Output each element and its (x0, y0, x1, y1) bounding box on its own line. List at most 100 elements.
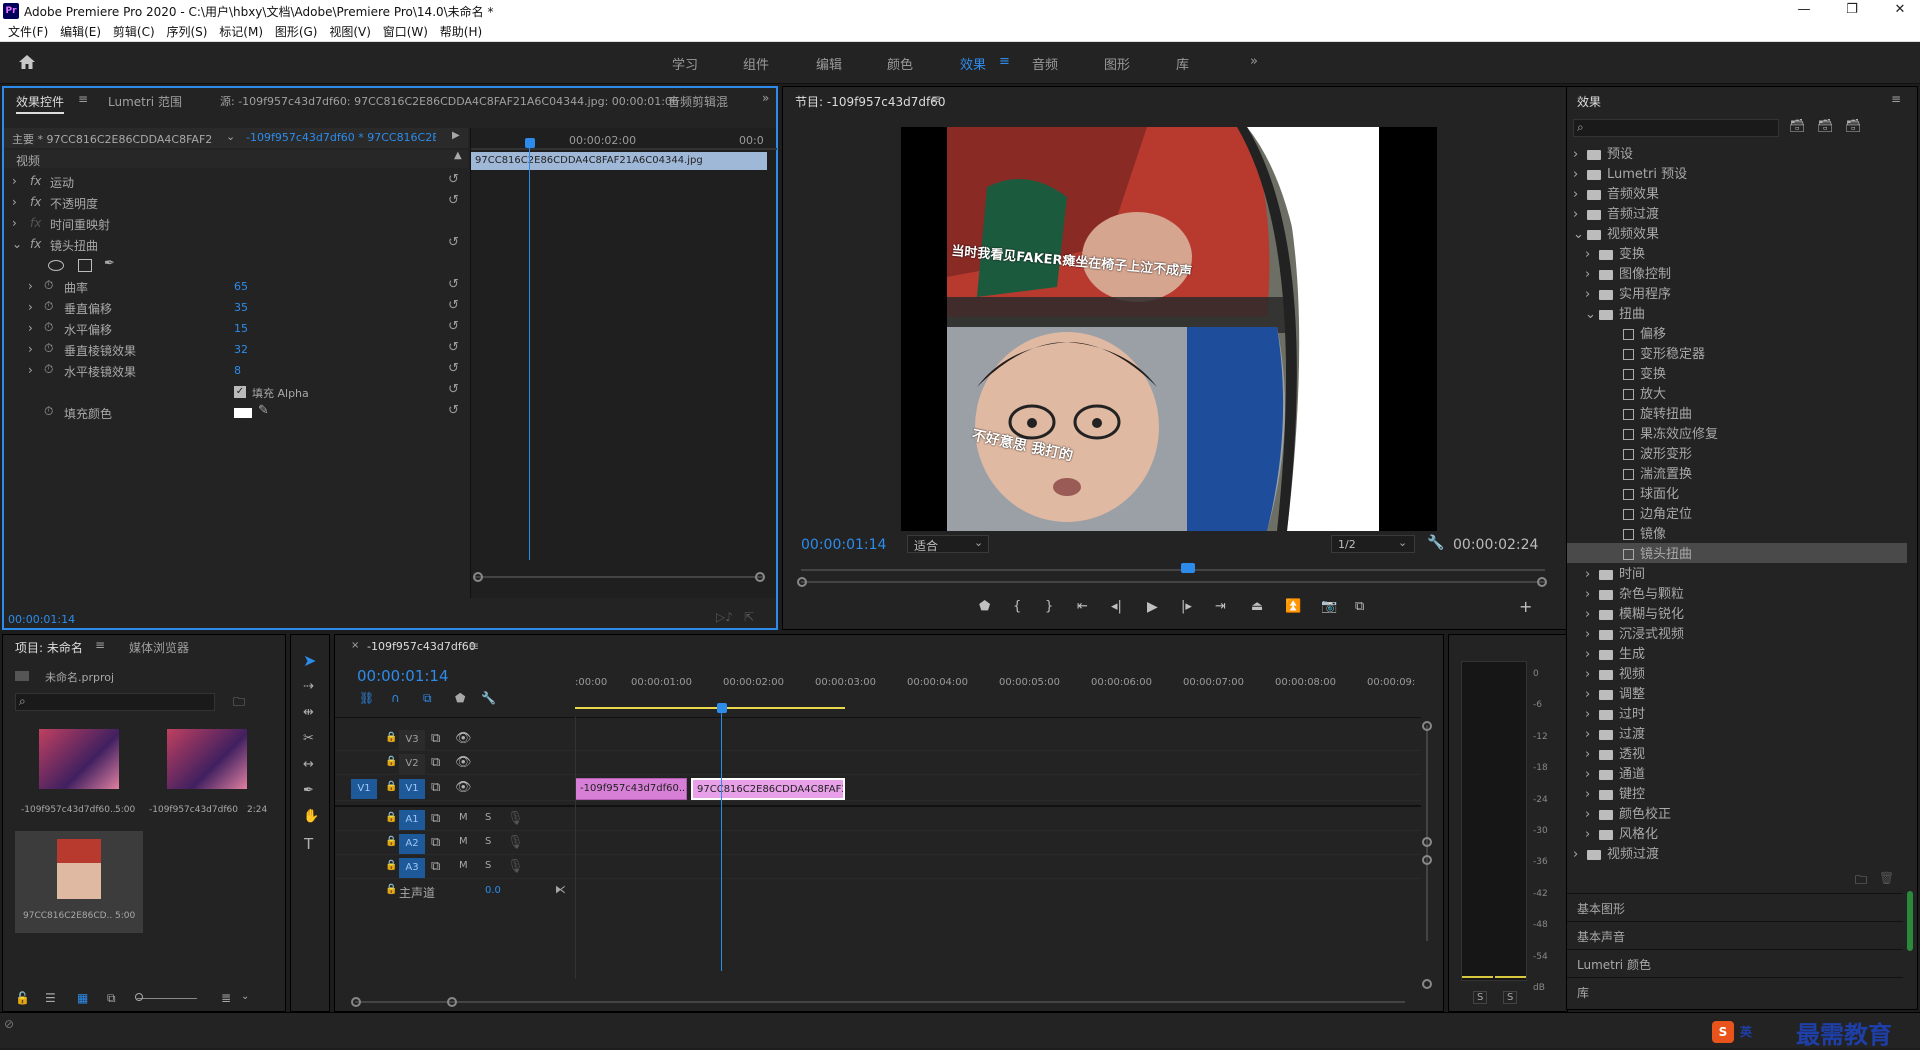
project-item[interactable]: -109f957c43d7df60... 5:00 (15, 725, 139, 825)
microphone-icon[interactable]: 🎙 (507, 811, 524, 826)
program-timecode[interactable]: 00:00:01:14 (801, 537, 886, 553)
chevron-right-icon[interactable]: › (1573, 167, 1587, 182)
button-editor-plus-icon[interactable]: + (1519, 597, 1532, 616)
effects-folder-row[interactable]: › 通道 (1567, 763, 1907, 783)
track-label[interactable]: V3 (399, 730, 425, 750)
param-value[interactable]: 65 (234, 280, 248, 293)
step-forward-icon[interactable]: |▸ (1181, 599, 1192, 614)
tab-media-browser[interactable]: 媒体浏览器 (129, 639, 189, 656)
track-lock-icon[interactable]: 🔒 (385, 756, 397, 767)
scroll-handle[interactable] (1422, 837, 1432, 847)
workspace-tab-audio[interactable]: 音频 (1032, 54, 1058, 73)
work-area-bar[interactable] (575, 707, 845, 709)
project-item[interactable]: -109f957c43d7df60 2:24 (143, 725, 267, 825)
chevron-right-icon[interactable]: › (1585, 647, 1599, 662)
solo-button[interactable]: S (485, 812, 491, 823)
effect-item-row[interactable]: 镜头扭曲 (1567, 543, 1907, 563)
icon-view-icon[interactable]: ▦ (77, 991, 88, 1005)
workspace-overflow-icon[interactable]: » (1250, 54, 1258, 69)
color-swatch[interactable] (234, 408, 252, 418)
program-zoom-bar[interactable] (801, 581, 1545, 583)
resolution-dropdown[interactable]: 1/2 ⌄ (1331, 535, 1415, 553)
solo-left-button[interactable]: S (1473, 991, 1488, 1004)
mark-out-icon[interactable]: } (1045, 599, 1053, 614)
go-to-out-icon[interactable]: ⇥ (1215, 599, 1226, 614)
effect-item-row[interactable]: 波形变形 (1567, 443, 1907, 463)
reset-icon[interactable]: ↺ (448, 382, 459, 397)
wrench-settings-icon[interactable]: 🔧 (1427, 535, 1444, 551)
menu-graphics[interactable]: 图形(G) (275, 22, 318, 42)
chevron-down-icon[interactable]: ⌄ (241, 991, 249, 1002)
new-bin-icon[interactable]: 🗀 (233, 693, 245, 714)
workspace-tab-editing[interactable]: 编辑 (816, 54, 842, 73)
effect-item-row[interactable]: 湍流置换 (1567, 463, 1907, 483)
expand-arrow-icon[interactable]: › (12, 216, 17, 230)
fx-icon[interactable]: fx (30, 174, 41, 188)
pen-tool-icon[interactable]: ✒ (303, 783, 314, 798)
effects-folder-row[interactable]: › Lumetri 预设 (1567, 163, 1907, 183)
close-tab-icon[interactable]: × (351, 640, 359, 651)
menu-help[interactable]: 帮助(H) (440, 22, 482, 42)
timeline-clip-selected[interactable]: 97CC816C2E86CDDA4C8FAF2 (691, 778, 845, 800)
effects-folder-row[interactable]: › 沉浸式视频 (1567, 623, 1907, 643)
rectangle-mask-icon[interactable] (78, 259, 92, 272)
go-to-end-icon[interactable]: ⧔ (555, 883, 566, 896)
microphone-icon[interactable]: 🎙 (507, 859, 524, 874)
chevron-down-icon[interactable]: ⌄ (1573, 227, 1587, 242)
chevron-right-icon[interactable]: › (1585, 807, 1599, 822)
ec-zoom-handle-right[interactable] (755, 572, 765, 582)
track-lock-icon[interactable]: 🔒 (385, 860, 397, 871)
project-item-selected[interactable]: 97CC816C2E86CD... 5:00 (15, 831, 143, 933)
effects-folder-row[interactable]: › 过渡 (1567, 723, 1907, 743)
chevron-right-icon[interactable]: › (1585, 267, 1599, 282)
microphone-icon[interactable]: 🎙 (507, 835, 524, 850)
lock-icon[interactable]: 🔓 (15, 991, 30, 1005)
effects-folder-row[interactable]: › 透视 (1567, 743, 1907, 763)
reset-icon[interactable]: ↺ (448, 277, 459, 292)
menu-view[interactable]: 视图(V) (329, 22, 371, 42)
track-label[interactable]: A2 (399, 834, 425, 854)
play-icon[interactable]: ▶ (1147, 599, 1158, 615)
menu-window[interactable]: 窗口(W) (383, 22, 428, 42)
effects-folder-row[interactable]: › 风格化 (1567, 823, 1907, 843)
reset-icon[interactable]: ↺ (448, 298, 459, 313)
timeline-ruler[interactable]: :00:00 00:00:01:00 00:00:02:00 00:00:03:… (575, 677, 1421, 713)
reset-icon[interactable]: ↺ (448, 340, 459, 355)
timeline-playhead-handle[interactable] (717, 703, 727, 713)
chevron-down-icon[interactable]: ⌄ (226, 130, 235, 143)
add-marker-icon[interactable]: ⬟ (455, 691, 465, 705)
chevron-right-icon[interactable]: › (1585, 587, 1599, 602)
chevron-right-icon[interactable]: › (1585, 667, 1599, 682)
track-label[interactable]: A1 (399, 810, 425, 830)
comparison-view-icon[interactable]: ⧉ (1355, 599, 1364, 614)
eye-icon[interactable]: 👁 (455, 780, 472, 795)
sort-icon[interactable]: ≣ (221, 991, 231, 1005)
chevron-down-icon[interactable]: ⌄ (1585, 307, 1599, 322)
workspace-tab-color[interactable]: 颜色 (887, 54, 913, 73)
track-lock-icon[interactable]: 🔒 (385, 884, 397, 895)
chevron-right-icon[interactable]: › (1585, 247, 1599, 262)
expand-arrow-icon[interactable]: › (28, 300, 33, 314)
add-marker-icon[interactable]: ⬟ (979, 599, 990, 614)
track-label[interactable]: A3 (399, 858, 425, 878)
chevron-right-icon[interactable]: › (1585, 707, 1599, 722)
solo-button[interactable]: S (485, 836, 491, 847)
track-output-icon[interactable]: ⧉ (431, 780, 440, 795)
mark-in-icon[interactable]: { (1013, 599, 1021, 614)
program-zoom-handle-left[interactable] (797, 577, 807, 587)
mute-button[interactable]: M (459, 836, 468, 847)
maximize-icon[interactable]: ❐ (1838, 2, 1866, 17)
pen-mask-icon[interactable]: ✒ (104, 256, 115, 271)
panel-overflow-icon[interactable]: » (762, 91, 769, 105)
chevron-right-icon[interactable]: › (1585, 827, 1599, 842)
chevron-right-icon[interactable]: › (1585, 287, 1599, 302)
new-bin-icon[interactable]: 🗀 (1855, 871, 1867, 892)
track-v1[interactable]: V1 🔒 V1 ⧉ 👁 -109f957c43d7df60... 97CC816… (335, 777, 1421, 801)
freeform-view-icon[interactable]: ⧉ (107, 991, 116, 1006)
tab-audio-clip-mixer[interactable]: 音频剪辑混 (668, 93, 752, 110)
workspace-tab-libraries[interactable]: 库 (1176, 54, 1189, 73)
reset-icon[interactable]: ↺ (448, 235, 459, 250)
hand-tool-icon[interactable]: ✋ (303, 809, 319, 824)
workspace-tab-assembly[interactable]: 组件 (743, 54, 769, 73)
menu-marker[interactable]: 标记(M) (219, 22, 263, 42)
